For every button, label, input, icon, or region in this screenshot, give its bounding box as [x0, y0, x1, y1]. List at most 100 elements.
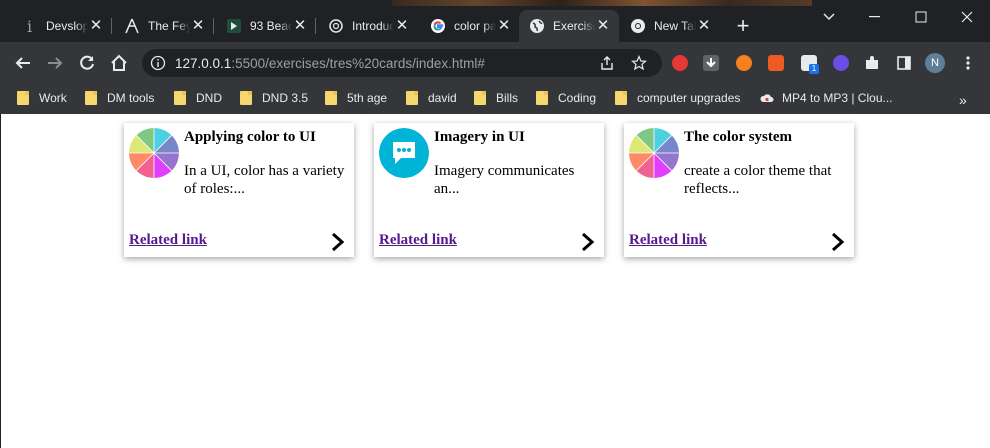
tab-new-tab[interactable]: New Tab ✕ [620, 10, 720, 42]
bookmarks-bar: Work DM tools DND DND 3.5 5th age david … [0, 84, 990, 114]
folder-icon [17, 91, 29, 105]
site-logo-icon [226, 18, 242, 34]
cloudconvert-icon [760, 92, 774, 104]
folder-icon [240, 91, 252, 105]
color-wheel-icon [629, 128, 679, 178]
bookmark-dnd[interactable]: DND [174, 91, 222, 105]
bookmark-computer-upgrades[interactable]: computer upgrades [615, 91, 740, 105]
tab-color-palette[interactable]: color palette ✕ [420, 10, 520, 42]
folder-icon [85, 91, 97, 105]
minimize-icon[interactable] [861, 6, 889, 28]
honey-extension-icon[interactable] [736, 55, 752, 71]
tab-title: Exercise [553, 19, 595, 33]
tab-title: The Feynman [148, 19, 190, 33]
tab-title: 93 Beach [250, 19, 292, 33]
reload-icon [80, 55, 94, 70]
close-icon[interactable]: ✕ [696, 18, 712, 34]
close-icon[interactable]: ✕ [394, 18, 410, 34]
bookmark-mp4-to-mp3[interactable]: MP4 to MP3 | Clou... [760, 91, 893, 105]
tab-feynman[interactable]: The Feynman ✕ [114, 10, 214, 42]
bookmark-dnd-3-5[interactable]: DND 3.5 [240, 91, 308, 105]
bookmark-5th-age[interactable]: 5th age [325, 91, 387, 105]
chevron-right-icon[interactable] [330, 232, 346, 252]
svg-text:i: i [27, 18, 32, 34]
url-text: 127.0.0.1:5500/exercises/tres%20cards/in… [175, 56, 485, 71]
card-title: Applying color to UI [184, 129, 316, 145]
info-icon: i [22, 18, 38, 34]
close-icon[interactable]: ✕ [88, 18, 104, 34]
tab-title: New Tab [654, 19, 696, 33]
forward-button[interactable] [43, 51, 67, 75]
bookmark-bills[interactable]: Bills [474, 91, 518, 105]
card-applying-color: Applying color to UI In a UI, color has … [124, 123, 354, 257]
bookmark-coding[interactable]: Coding [536, 91, 596, 105]
related-link[interactable]: Related link [379, 232, 457, 249]
globe-icon [529, 18, 545, 34]
adblock-icon[interactable] [672, 55, 688, 71]
card-title: Imagery in UI [434, 129, 525, 145]
tab-title: Introduction [352, 19, 394, 33]
extension-badge: 1 [809, 64, 819, 74]
tab-strip: i Devslopes ✕ The Feynman ✕ 93 Beach ✕ I… [0, 0, 990, 42]
arrow-left-icon [15, 57, 30, 69]
card-title: The color system [684, 129, 793, 145]
related-link[interactable]: Related link [629, 232, 707, 249]
folder-icon [536, 91, 548, 105]
chevron-right-icon[interactable] [830, 232, 846, 252]
close-window-icon[interactable] [953, 6, 981, 28]
download-icon[interactable] [703, 55, 719, 71]
bookmark-work[interactable]: Work [17, 91, 67, 105]
card-imagery: Imagery in UI Imagery communicates an...… [374, 123, 604, 257]
tab-search-icon[interactable] [815, 6, 843, 28]
info-circle-icon[interactable] [150, 55, 166, 71]
site-logo-icon [124, 18, 140, 34]
card-color-system: The color system create a color theme th… [624, 123, 854, 257]
folder-icon [174, 91, 186, 105]
bookmark-dm-tools[interactable]: DM tools [85, 91, 154, 105]
tab-devslopes[interactable]: i Devslopes ✕ [12, 10, 112, 42]
page-content: Applying color to UI In a UI, color has … [0, 114, 990, 448]
card-text: In a UI, color has a variety of roles:..… [184, 163, 345, 197]
color-wheel-icon [129, 128, 179, 178]
close-icon[interactable]: ✕ [190, 18, 206, 34]
card-text: create a color theme that reflects... [684, 163, 832, 197]
video-extension-icon[interactable]: 1 [801, 55, 819, 74]
titlebar-background [392, 0, 812, 6]
related-link[interactable]: Related link [129, 232, 207, 249]
folder-icon [406, 91, 418, 105]
folder-icon [325, 91, 337, 105]
todoist-icon[interactable] [768, 55, 784, 71]
gear-extension-icon[interactable] [833, 55, 849, 71]
new-tab-button[interactable]: + [733, 15, 753, 37]
profile-avatar[interactable]: N [925, 53, 945, 73]
chevron-right-icon[interactable] [580, 232, 596, 252]
address-bar[interactable]: 127.0.0.1:5500/exercises/tres%20cards/in… [142, 49, 662, 77]
home-icon [111, 54, 127, 71]
more-bookmarks-button[interactable]: » [959, 92, 967, 108]
tab-title: Devslopes [46, 19, 88, 33]
tab-exercise[interactable]: Exercise ✕ [519, 10, 619, 42]
close-icon[interactable]: ✕ [595, 18, 611, 34]
home-button[interactable] [107, 51, 131, 75]
card-text: Imagery communicates an... [434, 163, 575, 197]
close-icon[interactable]: ✕ [496, 18, 512, 34]
folder-icon [615, 91, 627, 105]
close-icon[interactable]: ✕ [292, 18, 308, 34]
maximize-icon[interactable] [907, 6, 935, 28]
chat-bubble-icon [379, 128, 429, 178]
menu-dots-icon[interactable] [960, 55, 976, 71]
star-icon[interactable] [631, 55, 647, 71]
browser-toolbar: 127.0.0.1:5500/exercises/tres%20cards/in… [0, 42, 990, 84]
back-button[interactable] [11, 51, 35, 75]
chrome-icon [630, 18, 646, 34]
bookmark-david[interactable]: david [406, 91, 457, 105]
tab-introduction[interactable]: Introduction ✕ [318, 10, 418, 42]
openai-icon [328, 18, 344, 34]
tab-title: color palette [454, 19, 496, 33]
folder-icon [474, 91, 486, 105]
puzzle-icon[interactable] [864, 55, 880, 71]
side-panel-icon[interactable] [896, 55, 912, 71]
share-icon[interactable] [599, 55, 615, 71]
reload-button[interactable] [75, 51, 99, 75]
tab-beach[interactable]: 93 Beach ✕ [216, 10, 316, 42]
